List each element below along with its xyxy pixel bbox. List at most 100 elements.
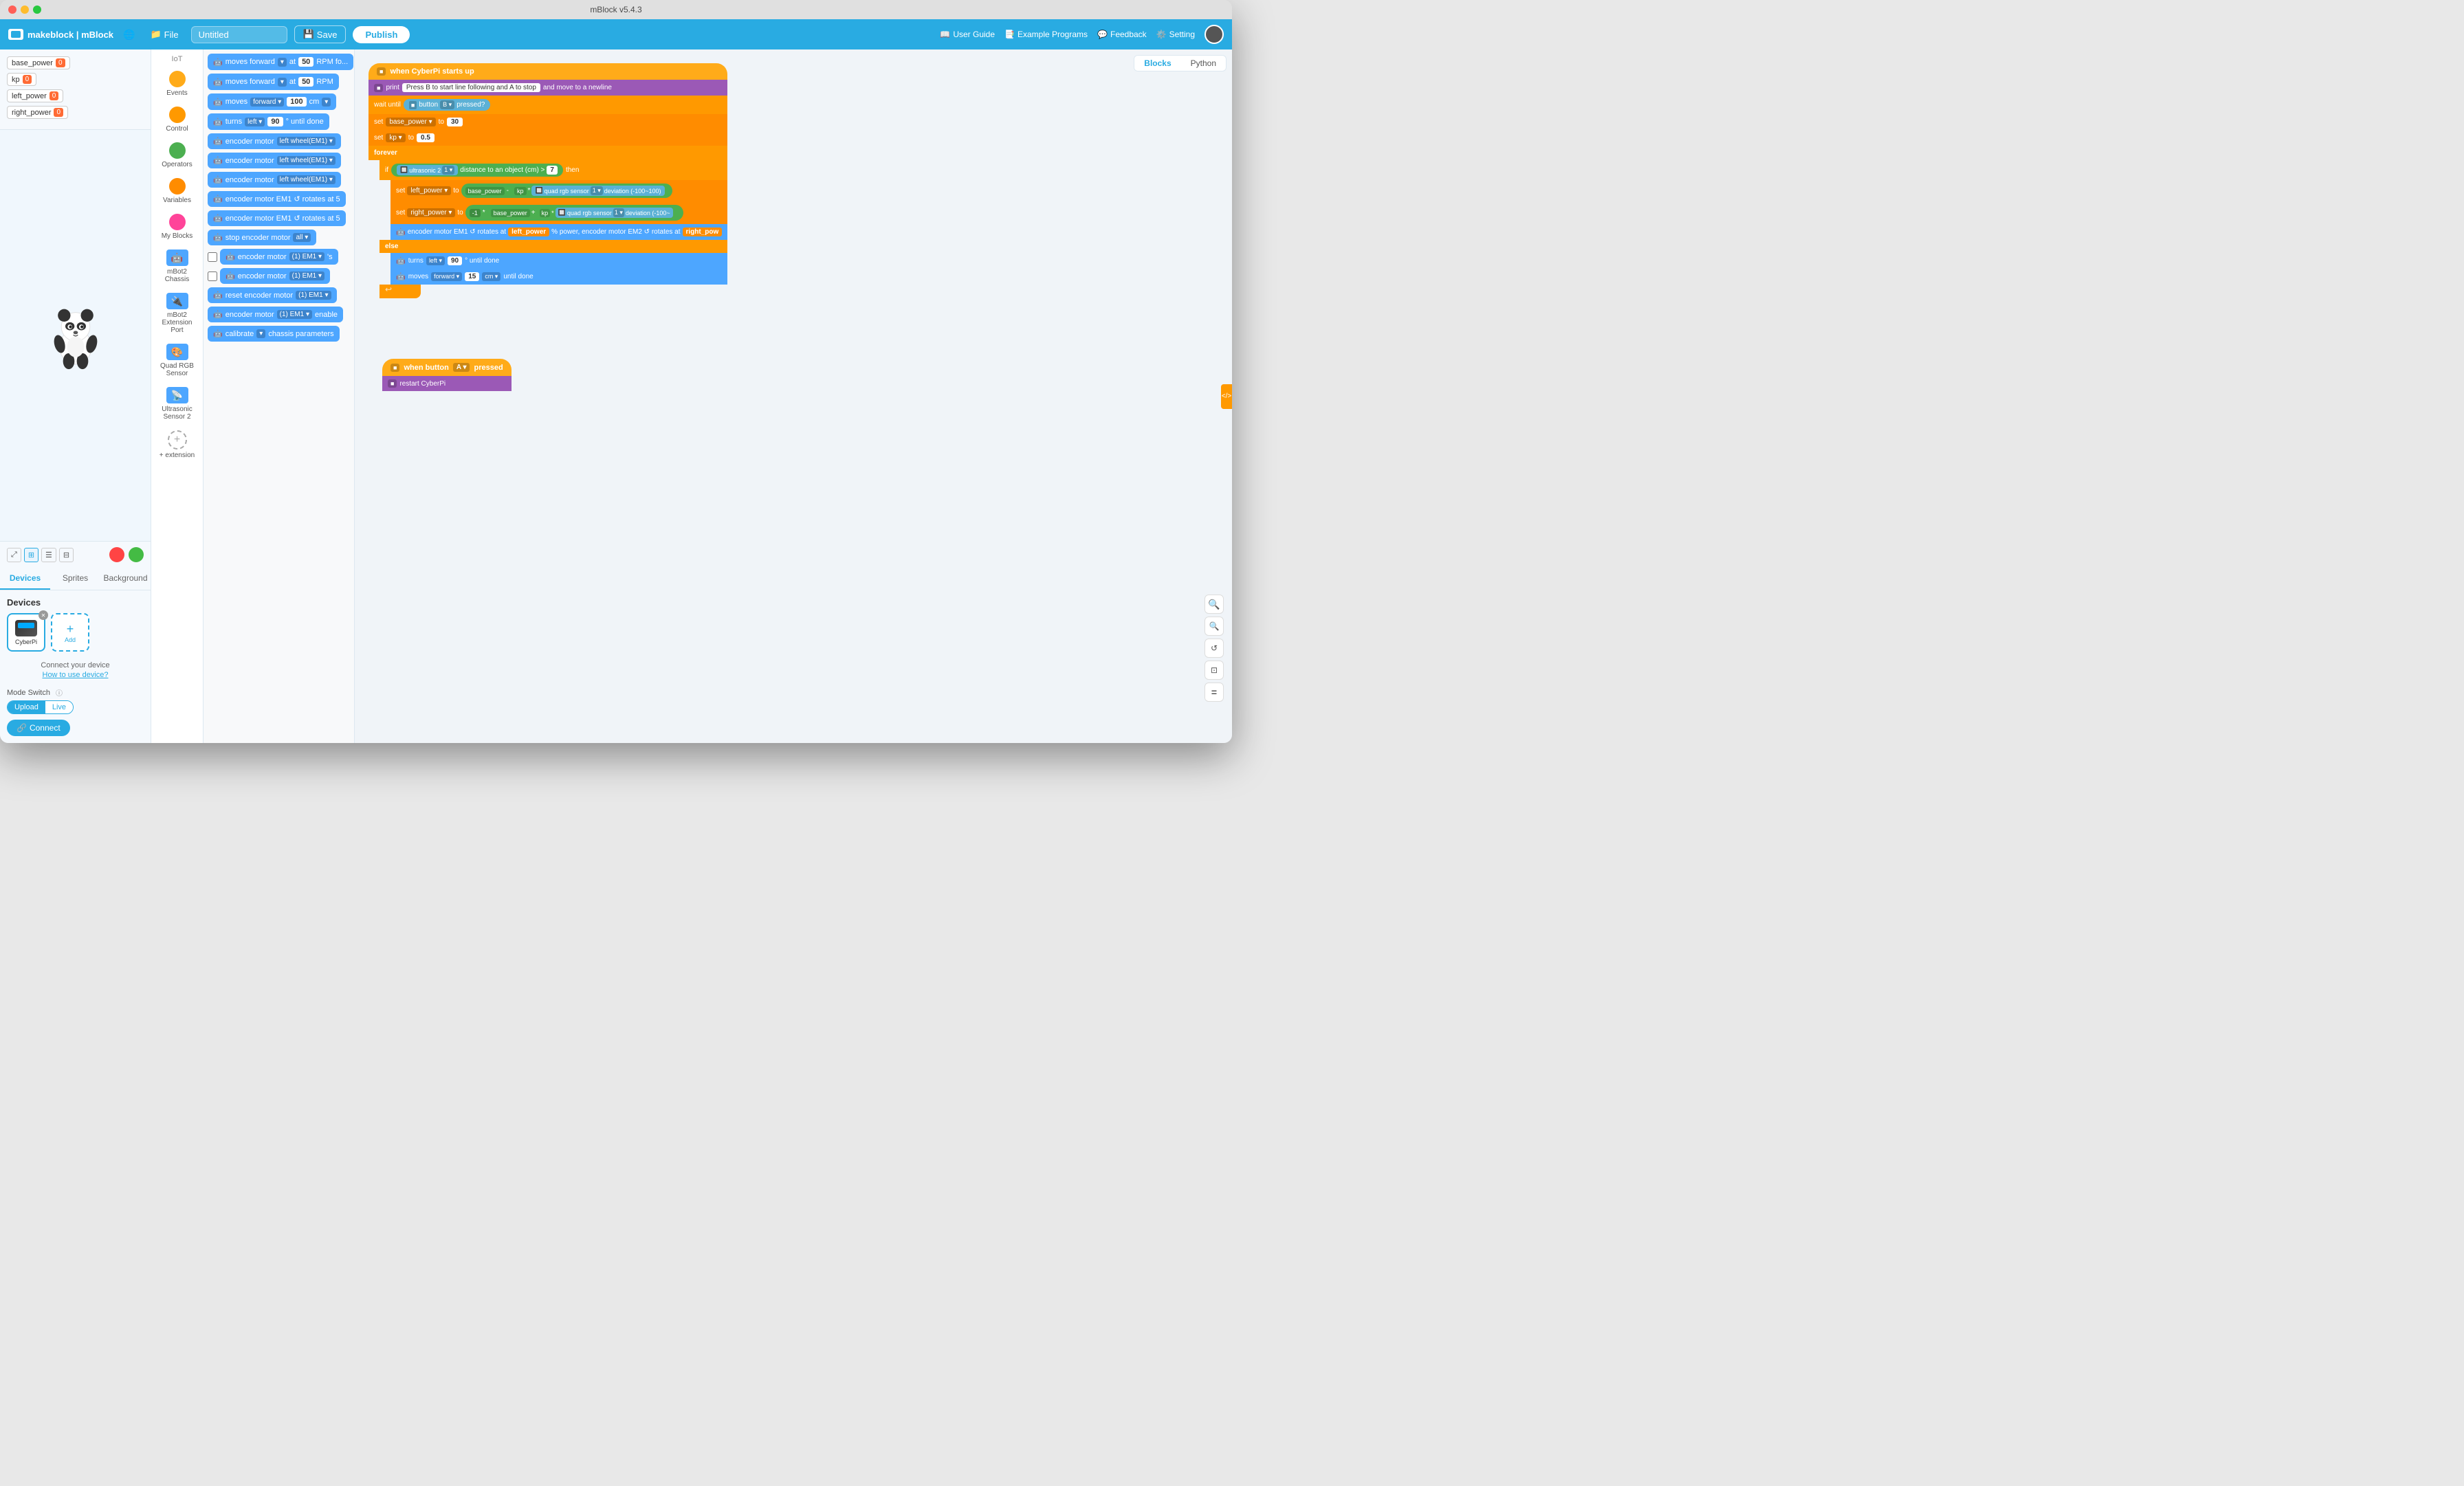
moves-forward-15-block[interactable]: 🤖 moves forward ▾ 15 cm ▾ until done — [390, 269, 727, 285]
minimize-button[interactable] — [21, 5, 29, 14]
user-avatar[interactable] — [1204, 25, 1224, 44]
view-expand-btn[interactable]: ⤢ — [7, 548, 21, 562]
tab-background[interactable]: Background — [100, 568, 151, 590]
action-buttons — [109, 547, 144, 562]
hat-block-button-a[interactable]: ■ when button A ▾ pressed — [382, 359, 512, 376]
set-right-power-block[interactable]: set right_power ▾ to -1 * base_power + — [390, 201, 727, 224]
publish-button[interactable]: Publish — [353, 26, 410, 43]
cat-control[interactable]: Control — [154, 102, 201, 137]
code-panel-toggle[interactable]: </> — [1221, 384, 1232, 409]
forever-block[interactable]: forever — [368, 146, 727, 160]
block-moves-forward-rpm[interactable]: 🤖 moves forward ▾ at 50 RPM — [208, 74, 339, 90]
connect-button[interactable]: 🔗 Connect — [7, 720, 70, 736]
block-encoder-motor-2[interactable]: 🤖 encoder motor left wheel(EM1) ▾ — [208, 153, 341, 168]
example-icon: 📑 — [1004, 30, 1015, 39]
block-encoder-motor-em1-rotates[interactable]: 🤖 encoder motor EM1 ↺ rotates at 5 — [208, 191, 346, 207]
set-left-power-block[interactable]: set left_power ▾ to base_power - kp * — [390, 180, 727, 201]
block-moves-forward-cm[interactable]: 🤖 moves forward ▾ 100 cm ▾ — [208, 93, 336, 110]
wait-until-block[interactable]: wait until ■ button B ▾ pressed? — [368, 96, 727, 114]
equals-btn[interactable]: = — [1204, 683, 1224, 702]
feedback-link[interactable]: 💬 Feedback — [1097, 30, 1147, 39]
variable-kp[interactable]: kp 0 — [7, 73, 36, 86]
mbot2ext-label: mBot2 Extension Port — [157, 311, 198, 334]
view-list-btn[interactable]: ☰ — [41, 548, 56, 562]
set-kp-block[interactable]: set kp ▾ to 0.5 — [368, 130, 727, 146]
block-moves-forward-rpm-forever[interactable]: 🤖 moves forward ▾ at 50 RPM fo... — [208, 54, 353, 70]
events-dot — [169, 71, 186, 87]
cat-events[interactable]: Events — [154, 67, 201, 101]
print-block[interactable]: ■ print Press B to start line following … — [368, 80, 727, 96]
variable-left-power[interactable]: left_power 0 — [7, 89, 63, 102]
file-menu-button[interactable]: 📁 File — [144, 26, 184, 43]
zoom-in-btn[interactable]: 🔍 — [1204, 595, 1224, 614]
stop-button[interactable] — [109, 547, 124, 562]
cat-quadrgb[interactable]: 🎨 Quad RGB Sensor — [154, 340, 201, 381]
python-tab[interactable]: Python — [1181, 56, 1226, 71]
maximize-button[interactable] — [33, 5, 41, 14]
set-left-power-container: set left_power ▾ to base_power - kp * — [390, 180, 727, 240]
block-encoder-enable[interactable]: 🤖 encoder motor (1) EM1 ▾ enable — [208, 307, 343, 322]
feedback-icon: 💬 — [1097, 30, 1108, 39]
block-checkbox-2[interactable] — [208, 271, 217, 281]
block-reset-encoder[interactable]: 🤖 reset encoder motor (1) EM1 ▾ — [208, 287, 337, 303]
run-button[interactable] — [129, 547, 144, 562]
example-label: Example Programs — [1018, 30, 1088, 39]
block-encoder-motor-3[interactable]: 🤖 encoder motor left wheel(EM1) ▾ — [208, 172, 341, 188]
tab-devices[interactable]: Devices — [0, 568, 50, 590]
device-name: CyberPi — [15, 639, 37, 645]
user-guide-link[interactable]: 📖 User Guide — [940, 30, 995, 39]
device-close-btn[interactable]: ✕ — [38, 610, 48, 620]
example-programs-link[interactable]: 📑 Example Programs — [1004, 30, 1088, 39]
cat-mbot2[interactable]: 🤖 mBot2 Chassis — [154, 245, 201, 287]
else-block: else — [380, 240, 727, 253]
block-checkbox-1[interactable] — [208, 252, 217, 262]
block-turns-left-degrees[interactable]: 🤖 turns left ▾ 90 ° until done — [208, 113, 329, 130]
zoom-out-btn[interactable]: 🔍 — [1204, 617, 1224, 636]
turns-left-else-block[interactable]: 🤖 turns left ▾ 90 ° until done — [390, 253, 727, 269]
cat-myblocks[interactable]: My Blocks — [154, 210, 201, 244]
cat-operators[interactable]: Operators — [154, 138, 201, 173]
hat-label: when CyberPi starts up — [390, 67, 474, 76]
fit-view-btn[interactable]: ⊡ — [1204, 661, 1224, 680]
cat-extension[interactable]: + + extension — [154, 426, 201, 463]
hat-block-cyberpi-starts[interactable]: ■ when CyberPi starts up — [368, 63, 727, 80]
blocks-tab[interactable]: Blocks — [1134, 56, 1180, 71]
setting-link[interactable]: ⚙️ Setting — [1156, 30, 1195, 39]
block-encoder-check-2[interactable]: 🤖 encoder motor (1) EM1 ▾ — [220, 268, 330, 284]
view-detail-btn[interactable]: ⊟ — [59, 548, 74, 562]
block-encoder-motor-em1-rotates-2[interactable]: 🤖 encoder motor EM1 ↺ rotates at 5 — [208, 210, 346, 226]
how-to-link[interactable]: How to use device? — [10, 671, 141, 679]
canvas-area[interactable]: Blocks Python </> ■ when CyberPi starts … — [355, 49, 1232, 743]
block-calibrate[interactable]: 🤖 calibrate ▾ chassis parameters — [208, 326, 340, 342]
brand-name: makeblock | mBlock — [28, 30, 113, 40]
restart-cyberpi-block[interactable]: ■ restart CyberPi — [382, 376, 512, 391]
view-grid-btn[interactable]: ⊞ — [24, 548, 38, 562]
set-base-power-block[interactable]: set base_power ▾ to 30 — [368, 114, 727, 130]
encoder-motor-left-power-block[interactable]: 🤖 encoder motor EM1 ↺ rotates at left_po… — [390, 224, 727, 240]
block-encoder-check-1[interactable]: 🤖 encoder motor (1) EM1 ▾ 's — [220, 249, 338, 265]
save-label: Save — [317, 30, 338, 40]
variable-row-base-power: base_power 0 — [7, 56, 144, 69]
cat-variables[interactable]: Variables — [154, 174, 201, 208]
add-device-btn[interactable]: + Add — [51, 613, 89, 652]
cat-ultrasonic[interactable]: 📡 Ultrasonic Sensor 2 — [154, 383, 201, 425]
tab-sprites[interactable]: Sprites — [50, 568, 100, 590]
close-button[interactable] — [8, 5, 16, 14]
reset-view-btn[interactable]: ↺ — [1204, 639, 1224, 658]
quadrgb-label: Quad RGB Sensor — [157, 362, 198, 377]
block-stop-encoder-motor[interactable]: 🤖 stop encoder motor all ▾ — [208, 230, 316, 245]
save-button[interactable]: 💾 Save — [294, 25, 346, 43]
globe-icon-btn[interactable]: 🌐 — [120, 26, 138, 43]
block-encoder-motor-1[interactable]: 🤖 encoder motor left wheel(EM1) ▾ — [208, 133, 341, 149]
variable-right-power[interactable]: right_power 0 — [7, 106, 68, 119]
devices-panel: Devices ✕ CyberPi + Add Connect your dev… — [0, 590, 151, 743]
if-block[interactable]: if 🔲 ultrasonic 2 1 ▾ distance to an obj… — [380, 160, 727, 180]
variable-base-power[interactable]: base_power 0 — [7, 56, 70, 69]
upload-mode-tab[interactable]: Upload — [8, 701, 45, 713]
device-cyberpi[interactable]: ✕ CyberPi — [7, 613, 45, 652]
second-code-stack: ■ when button A ▾ pressed ■ restart Cybe… — [382, 359, 512, 391]
cat-mbot2ext[interactable]: 🔌 mBot2 Extension Port — [154, 289, 201, 338]
live-mode-tab[interactable]: Live — [45, 701, 73, 713]
project-name-input[interactable] — [191, 26, 287, 43]
view-toggle: ⤢ ⊞ ☰ ⊟ — [7, 548, 74, 562]
